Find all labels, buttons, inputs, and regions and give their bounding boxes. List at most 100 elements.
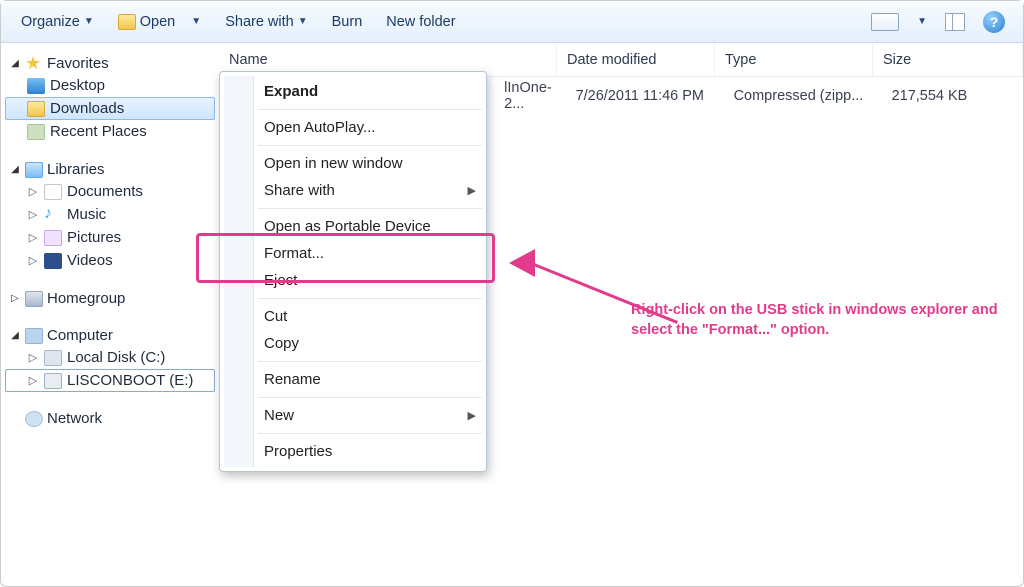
new-folder-button[interactable]: New folder (376, 10, 465, 34)
menu-item-open-as-portable[interactable]: Open as Portable Device (220, 213, 486, 240)
annotation-text: Right-click on the USB stick in windows … (631, 301, 1001, 340)
toolbar: Organize▼ Open ▼ Share with▼ Burn New fo… (1, 1, 1023, 43)
menu-item-share-with[interactable]: Share with ▶ (220, 177, 486, 204)
expand-icon: ▷ (27, 231, 39, 244)
sidebar-item-downloads[interactable]: Downloads (5, 97, 215, 120)
help-icon[interactable]: ? (983, 11, 1005, 33)
new-folder-label: New folder (386, 14, 455, 30)
menu-item-label: Rename (264, 371, 321, 388)
usb-drive-icon (44, 373, 62, 389)
desktop-icon (27, 78, 45, 94)
sidebar-item-label: Music (67, 206, 106, 223)
music-icon: ♪ (44, 207, 62, 223)
sidebar-item-music[interactable]: ▷ ♪ Music (5, 203, 215, 226)
expand-icon: ▷ (9, 293, 21, 304)
sidebar-item-recent-places[interactable]: Recent Places (5, 120, 215, 143)
menu-item-label: New (264, 407, 294, 424)
expand-icon: ▷ (27, 208, 39, 221)
videos-icon (44, 253, 62, 269)
menu-item-label: Copy (264, 335, 299, 352)
column-type[interactable]: Type (715, 43, 873, 76)
column-label: Name (229, 52, 268, 68)
submenu-arrow-icon: ▶ (468, 184, 476, 197)
organize-button[interactable]: Organize▼ (11, 10, 104, 34)
sidebar-item-label: Downloads (50, 100, 124, 117)
menu-item-label: Eject (264, 272, 297, 289)
menu-item-label: Open in new window (264, 155, 402, 172)
chevron-down-icon: ▼ (298, 16, 308, 27)
file-date-cell: 7/26/2011 11:46 PM (566, 88, 724, 104)
menu-item-label: Open AutoPlay... (264, 119, 375, 136)
menu-item-open-autoplay[interactable]: Open AutoPlay... (220, 114, 486, 141)
chevron-down-icon: ▼ (84, 16, 94, 27)
burn-button[interactable]: Burn (322, 10, 373, 34)
menu-item-properties[interactable]: Properties (220, 438, 486, 465)
homegroup-group: ▷ Homegroup (5, 288, 215, 309)
menu-item-label: Cut (264, 308, 287, 325)
homegroup-header[interactable]: ▷ Homegroup (5, 288, 215, 309)
sidebar-item-label: Recent Places (50, 123, 147, 140)
menu-separator (258, 361, 482, 362)
homegroup-label: Homegroup (47, 290, 125, 307)
menu-separator (258, 397, 482, 398)
sidebar-item-pictures[interactable]: ▷ Pictures (5, 226, 215, 249)
view-options-icon[interactable] (871, 13, 899, 31)
sidebar-item-lisconboot[interactable]: ▷LISCONBOOT (E:) (5, 369, 215, 392)
homegroup-icon (25, 291, 43, 307)
network-group: ▷Network (5, 408, 215, 429)
network-header[interactable]: ▷Network (5, 408, 215, 429)
expand-icon: ▷ (27, 374, 39, 387)
network-icon (25, 411, 43, 427)
sidebar-item-documents[interactable]: ▷Documents (5, 180, 215, 203)
chevron-down-icon: ▼ (191, 16, 201, 27)
menu-item-copy[interactable]: Copy (220, 330, 486, 357)
submenu-arrow-icon: ▶ (468, 409, 476, 422)
sidebar-item-label: Pictures (67, 229, 121, 246)
libraries-header[interactable]: ◢Libraries (5, 159, 215, 180)
computer-header[interactable]: ◢Computer (5, 325, 215, 346)
navigation-tree: ◢★Favorites Desktop Downloads Recent Pla… (1, 43, 219, 586)
menu-item-cut[interactable]: Cut (220, 303, 486, 330)
pictures-icon (44, 230, 62, 246)
menu-item-label: Open as Portable Device (264, 218, 431, 235)
sidebar-item-videos[interactable]: ▷Videos (5, 249, 215, 272)
menu-item-eject[interactable]: Eject (220, 267, 486, 294)
preview-pane-icon[interactable] (945, 13, 965, 31)
sidebar-item-desktop[interactable]: Desktop (5, 74, 215, 97)
computer-icon (25, 328, 43, 344)
computer-label: Computer (47, 327, 113, 344)
favorites-header[interactable]: ◢★Favorites (5, 53, 215, 74)
expand-icon: ▷ (27, 185, 39, 198)
star-icon: ★ (25, 56, 43, 72)
expand-icon: ▷ (27, 254, 39, 267)
file-type-cell: Compressed (zipp... (724, 88, 882, 104)
menu-separator (258, 145, 482, 146)
menu-separator (258, 298, 482, 299)
column-date[interactable]: Date modified (557, 43, 715, 76)
menu-separator (258, 208, 482, 209)
menu-item-rename[interactable]: Rename (220, 366, 486, 393)
favorites-label: Favorites (47, 55, 109, 72)
menu-item-label: Properties (264, 443, 332, 460)
network-label: Network (47, 410, 102, 427)
file-size-cell: 217,554 KB (882, 88, 1023, 104)
menu-item-new[interactable]: New ▶ (220, 402, 486, 429)
sidebar-item-label: Desktop (50, 77, 105, 94)
menu-separator (258, 109, 482, 110)
favorites-group: ◢★Favorites Desktop Downloads Recent Pla… (5, 53, 215, 143)
share-with-button[interactable]: Share with▼ (215, 10, 317, 34)
computer-group: ◢Computer ▷Local Disk (C:) ▷LISCONBOOT (… (5, 325, 215, 392)
collapse-icon: ◢ (9, 164, 21, 175)
downloads-icon (27, 101, 45, 117)
libraries-icon (25, 162, 43, 178)
menu-item-label: Share with (264, 182, 335, 199)
column-label: Type (725, 52, 756, 68)
menu-item-format[interactable]: Format... (220, 240, 486, 267)
menu-item-expand[interactable]: Expand (220, 78, 486, 105)
column-size[interactable]: Size (873, 43, 1023, 76)
chevron-down-icon[interactable]: ▼ (917, 16, 927, 27)
open-button[interactable]: Open ▼ (108, 10, 211, 34)
open-label: Open (140, 14, 175, 30)
menu-item-open-new-window[interactable]: Open in new window (220, 150, 486, 177)
sidebar-item-local-disk-c[interactable]: ▷Local Disk (C:) (5, 346, 215, 369)
